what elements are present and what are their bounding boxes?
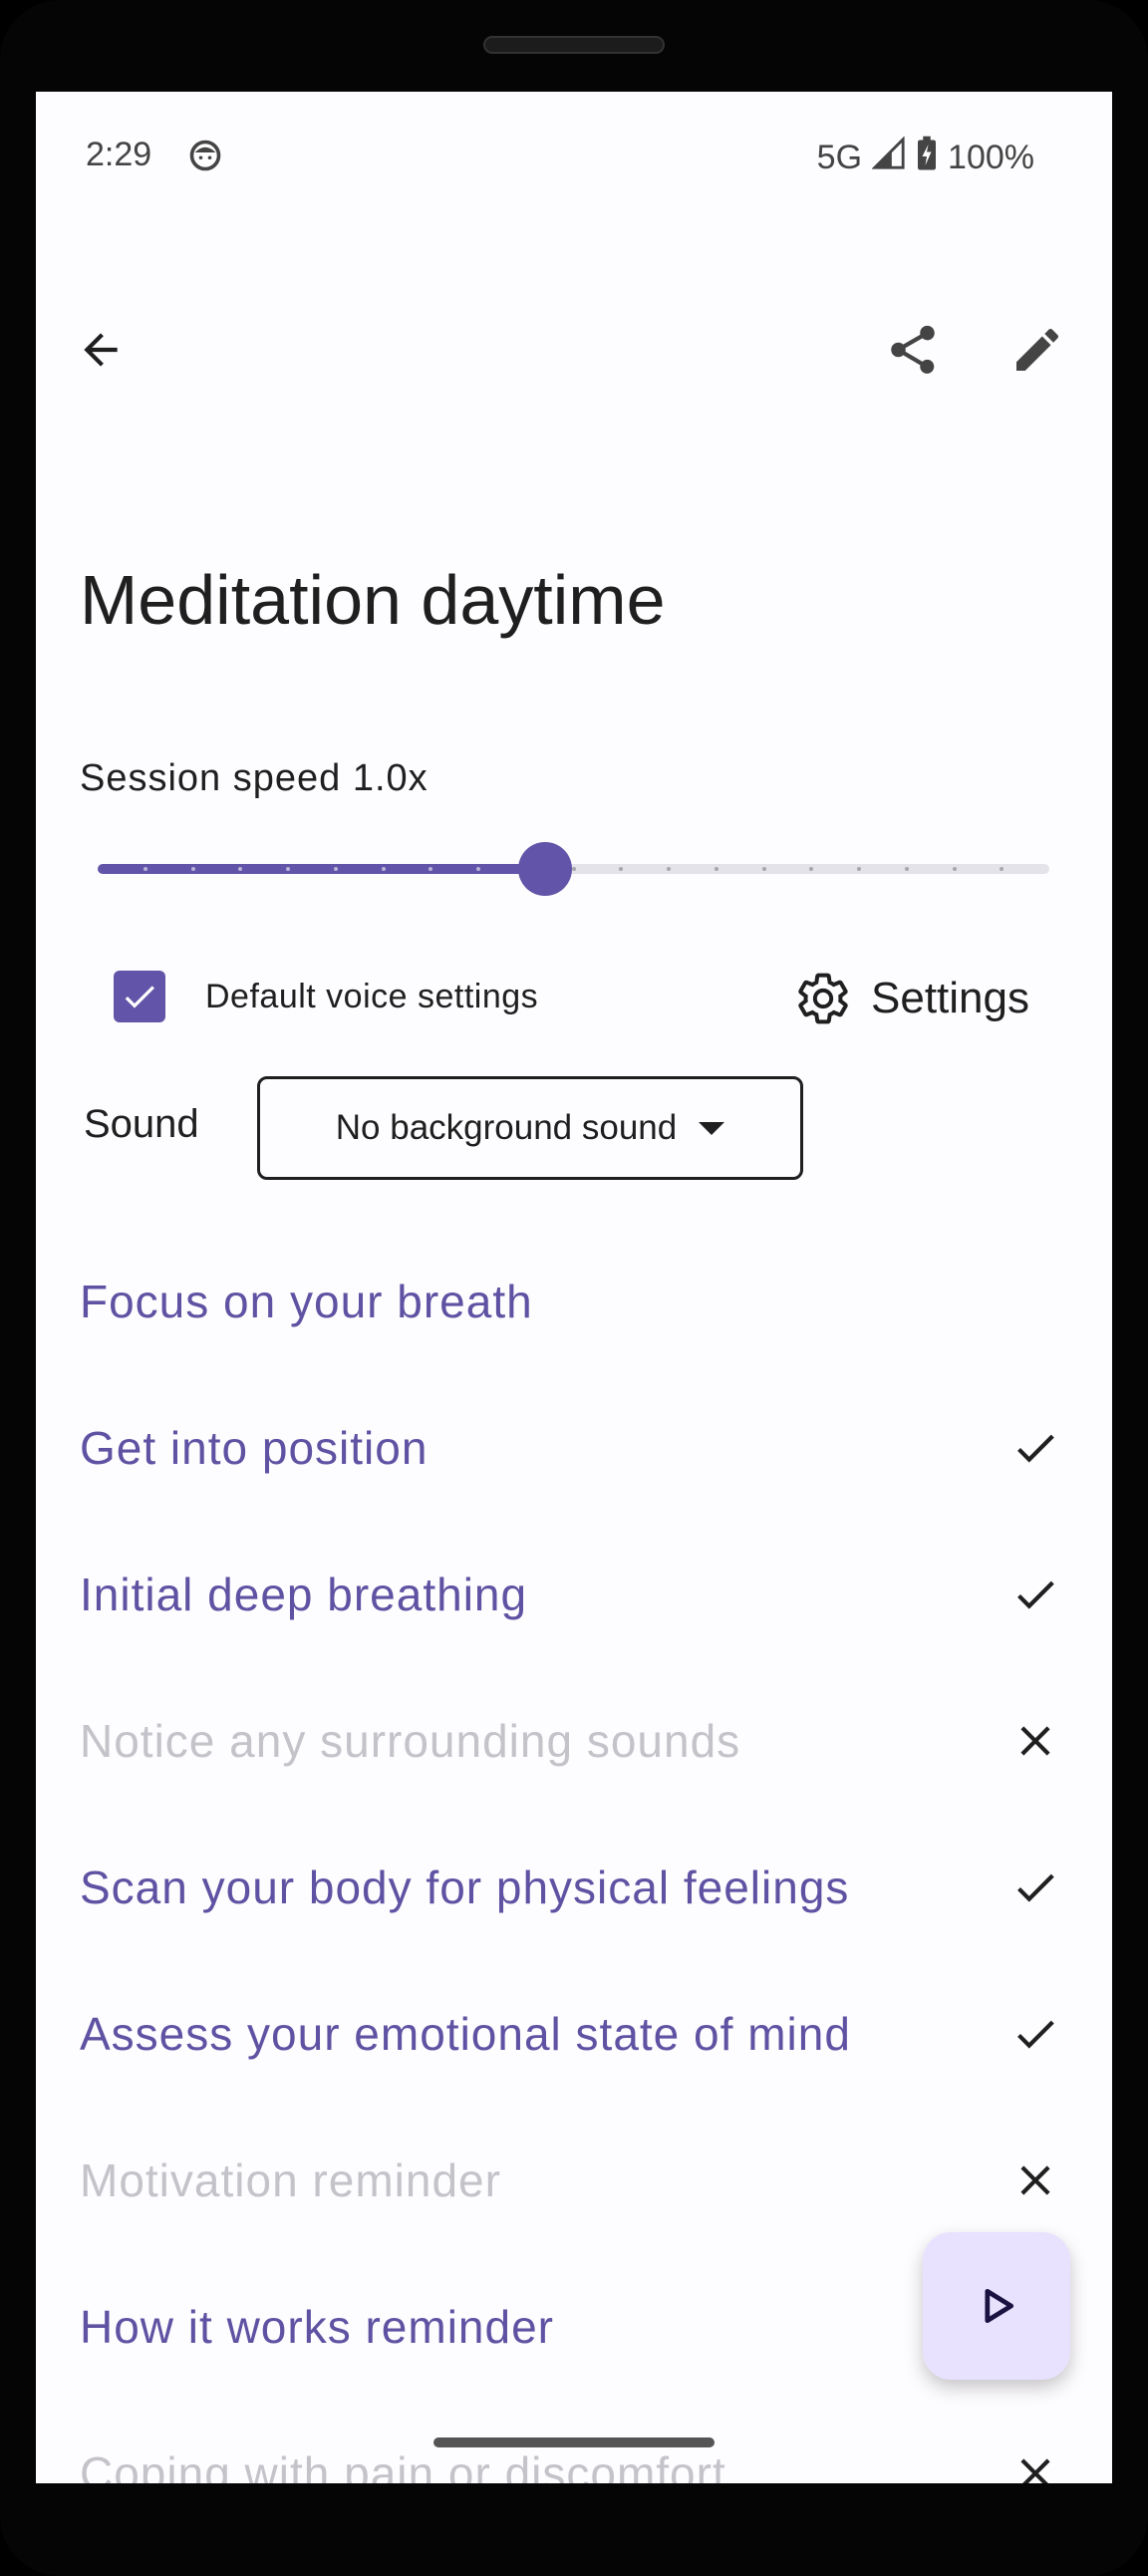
back-button[interactable] — [56, 305, 145, 395]
session-speed-label: Session speed 1.0x — [80, 757, 429, 799]
default-voice-checkbox[interactable] — [114, 971, 165, 1022]
slider-tick-mark — [144, 867, 147, 871]
session-step-row[interactable]: Motivation reminder — [36, 2107, 1112, 2253]
slider-tick-mark — [476, 867, 480, 871]
page-title: Meditation daytime — [80, 561, 666, 639]
share-icon — [891, 325, 935, 374]
battery-charging-icon — [916, 136, 938, 180]
slider-tick-mark — [429, 867, 432, 871]
sound-label: Sound — [84, 1102, 199, 1146]
session-step-label: Focus on your breath — [80, 1275, 533, 1327]
play-icon — [985, 2288, 1014, 2324]
slider-tick-mark — [1000, 867, 1004, 871]
step-disabled-close-icon[interactable] — [1010, 1716, 1060, 1766]
slider-tick-mark — [809, 867, 813, 871]
session-step-row[interactable]: Focus on your breath — [36, 1228, 1112, 1374]
status-bar: 2:29 5G 100% — [36, 92, 1112, 221]
default-voice-label: Default voice settings — [205, 977, 539, 1015]
arrow-left-icon — [84, 333, 118, 367]
session-step-row[interactable]: Initial deep breathing — [36, 1521, 1112, 1667]
step-disabled-close-icon[interactable] — [1010, 2155, 1060, 2205]
battery-level: 100% — [948, 139, 1034, 176]
session-step-row[interactable]: Scan your body for physical feelings — [36, 1814, 1112, 1960]
app-notification-icon — [187, 138, 223, 178]
slider-tick-mark — [334, 867, 338, 871]
gear-icon — [798, 973, 848, 1024]
settings-label: Settings — [871, 974, 1029, 1022]
slider-tick-mark — [191, 867, 195, 871]
signal-icon — [871, 136, 906, 179]
slider-tick-mark — [382, 867, 386, 871]
session-step-label: Assess your emotional state of mind — [80, 2007, 851, 2060]
phone-frame: 2:29 5G 100% Meditation daytime Session … — [0, 0, 1148, 2576]
step-enabled-check-icon[interactable] — [1010, 1570, 1060, 1619]
step-disabled-close-icon[interactable] — [1010, 2448, 1060, 2483]
session-step-row[interactable]: Assess your emotional state of mind — [36, 1960, 1112, 2107]
slider-tick-mark — [286, 867, 290, 871]
earpiece-speaker — [483, 36, 665, 54]
slider-tick-mark — [905, 867, 909, 871]
step-enabled-check-icon[interactable] — [1010, 2009, 1060, 2059]
session-speed-slider[interactable] — [98, 829, 1049, 909]
slider-tick-mark — [238, 867, 242, 871]
step-enabled-check-icon[interactable] — [1010, 1862, 1060, 1912]
slider-tick-mark — [667, 867, 671, 871]
session-step-label: How it works reminder — [80, 2300, 554, 2353]
gesture-navigation-bar[interactable] — [433, 2437, 715, 2447]
voice-settings-button[interactable]: Settings — [795, 959, 1029, 1038]
session-step-label: Notice any surrounding sounds — [80, 1714, 741, 1767]
edit-button[interactable] — [993, 305, 1082, 395]
slider-tick-mark — [572, 867, 576, 871]
session-step-label: Get into position — [80, 1421, 429, 1474]
slider-tick-mark — [953, 867, 957, 871]
slider-tick-mark — [762, 867, 766, 871]
session-step-label: Motivation reminder — [80, 2153, 501, 2206]
session-step-row[interactable]: Notice any surrounding sounds — [36, 1667, 1112, 1814]
session-step-label: Coping with pain or discomfort — [80, 2446, 726, 2484]
play-session-button[interactable] — [923, 2232, 1070, 2380]
default-voice-row[interactable]: Default voice settings — [114, 971, 538, 1022]
background-sound-dropdown[interactable]: No background sound — [257, 1076, 803, 1180]
dropdown-arrow-icon — [699, 1121, 725, 1135]
session-step-label: Scan your body for physical feelings — [80, 1860, 850, 1913]
status-time: 2:29 — [86, 136, 152, 173]
app-screen: 2:29 5G 100% Meditation daytime Session … — [36, 92, 1112, 2483]
background-sound-value: No background sound — [335, 1108, 678, 1147]
session-step-label: Initial deep breathing — [80, 1568, 528, 1620]
session-step-row[interactable]: Get into position — [36, 1374, 1112, 1521]
slider-thumb[interactable] — [518, 842, 572, 896]
slider-tick-mark — [715, 867, 718, 871]
slider-tick-mark — [857, 867, 861, 871]
share-button[interactable] — [868, 305, 958, 395]
network-label: 5G — [816, 139, 863, 176]
status-indicators: 5G 100% — [817, 136, 1034, 180]
pencil-icon — [1016, 328, 1059, 371]
checkmark-icon — [125, 986, 154, 1008]
step-enabled-check-icon[interactable] — [1010, 1423, 1060, 1473]
slider-tick-mark — [619, 867, 623, 871]
